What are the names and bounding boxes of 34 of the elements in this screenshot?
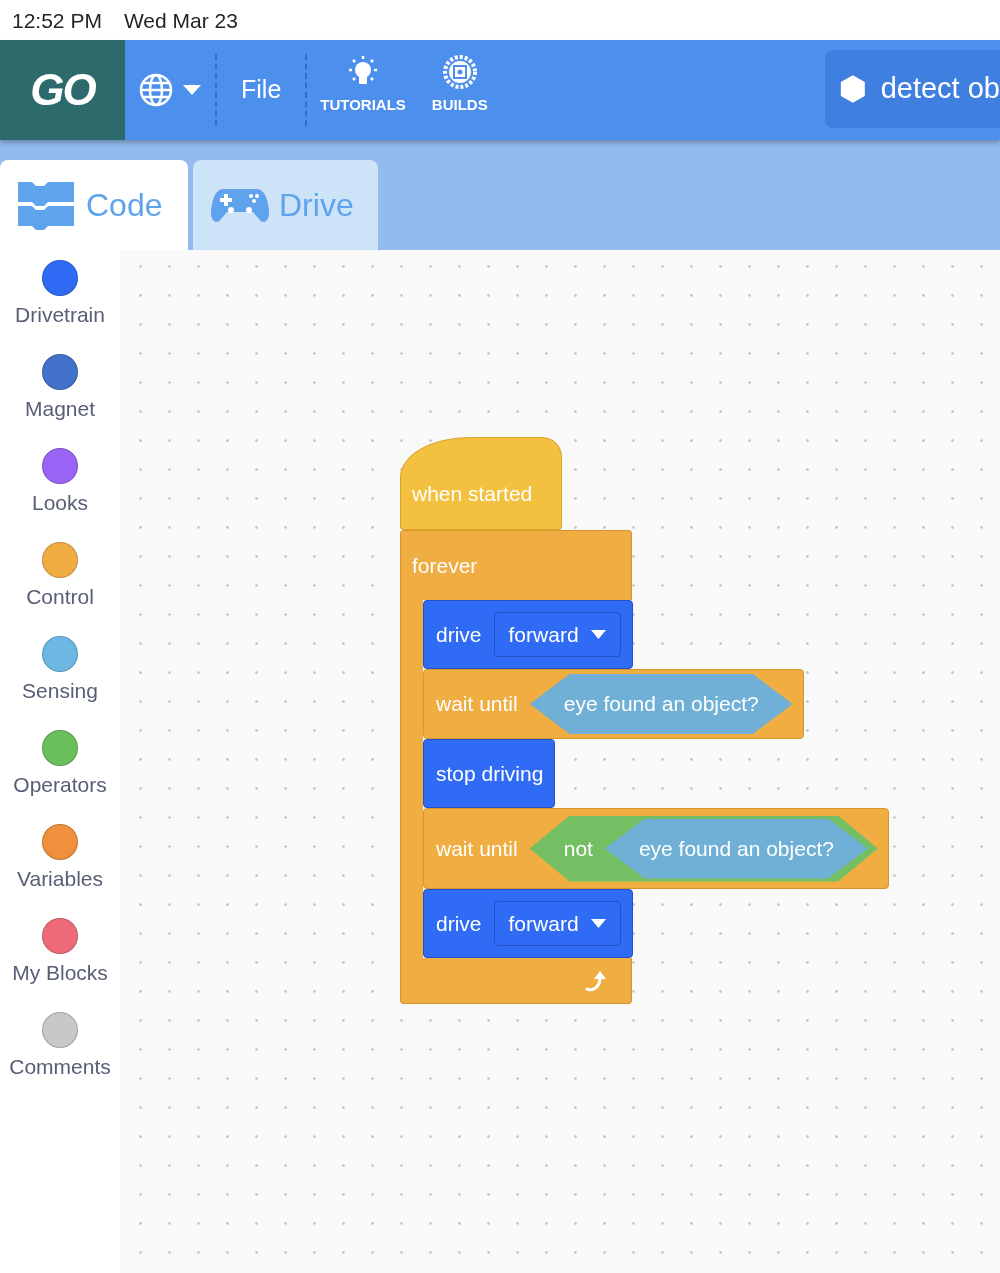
category-button[interactable]: Comments xyxy=(0,1012,120,1106)
category-button[interactable]: Sensing xyxy=(0,636,120,730)
category-button[interactable]: Variables xyxy=(0,824,120,918)
category-button[interactable]: Looks xyxy=(0,448,120,542)
status-date: Wed Mar 23 xyxy=(123,8,238,34)
category-button[interactable]: Drivetrain xyxy=(0,260,120,354)
sensing-block[interactable]: eye found an object? xyxy=(604,818,868,879)
gear-icon xyxy=(441,54,478,90)
builds-button[interactable]: BUILDS xyxy=(418,40,501,140)
hexagon-icon xyxy=(839,73,867,105)
category-button[interactable]: Operators xyxy=(0,730,120,824)
dropdown[interactable]: forward xyxy=(493,900,621,947)
blocks-icon xyxy=(18,180,76,230)
project-name-field[interactable]: detect ob xyxy=(825,50,1000,128)
category-button[interactable]: My Blocks xyxy=(0,918,120,1012)
caret-icon xyxy=(590,919,606,928)
category-button[interactable]: Control xyxy=(0,542,120,636)
tutorials-button[interactable]: TUTORIALS xyxy=(307,40,419,140)
caret-icon xyxy=(590,630,606,639)
dropdown[interactable]: forward xyxy=(493,611,621,658)
logo[interactable]: GO xyxy=(0,40,125,140)
category-button[interactable]: Magnet xyxy=(0,354,120,448)
control-block[interactable]: wait until not eye found an object? xyxy=(423,808,889,889)
drive-block[interactable]: stop driving xyxy=(423,739,556,808)
caret-icon xyxy=(183,85,201,95)
tab[interactable]: Code xyxy=(0,160,188,250)
drive-block[interactable]: drive forward xyxy=(423,600,633,669)
globe-icon xyxy=(139,73,173,107)
file-menu[interactable]: File xyxy=(217,40,306,140)
sensing-block[interactable]: eye found an object? xyxy=(529,674,793,734)
status-time: 12:52 PM xyxy=(12,8,102,34)
control-block[interactable]: wait until eye found an object? xyxy=(423,669,804,739)
drive-block[interactable]: drive forward xyxy=(423,889,633,958)
operator-block[interactable]: not eye found an object? xyxy=(529,815,878,882)
